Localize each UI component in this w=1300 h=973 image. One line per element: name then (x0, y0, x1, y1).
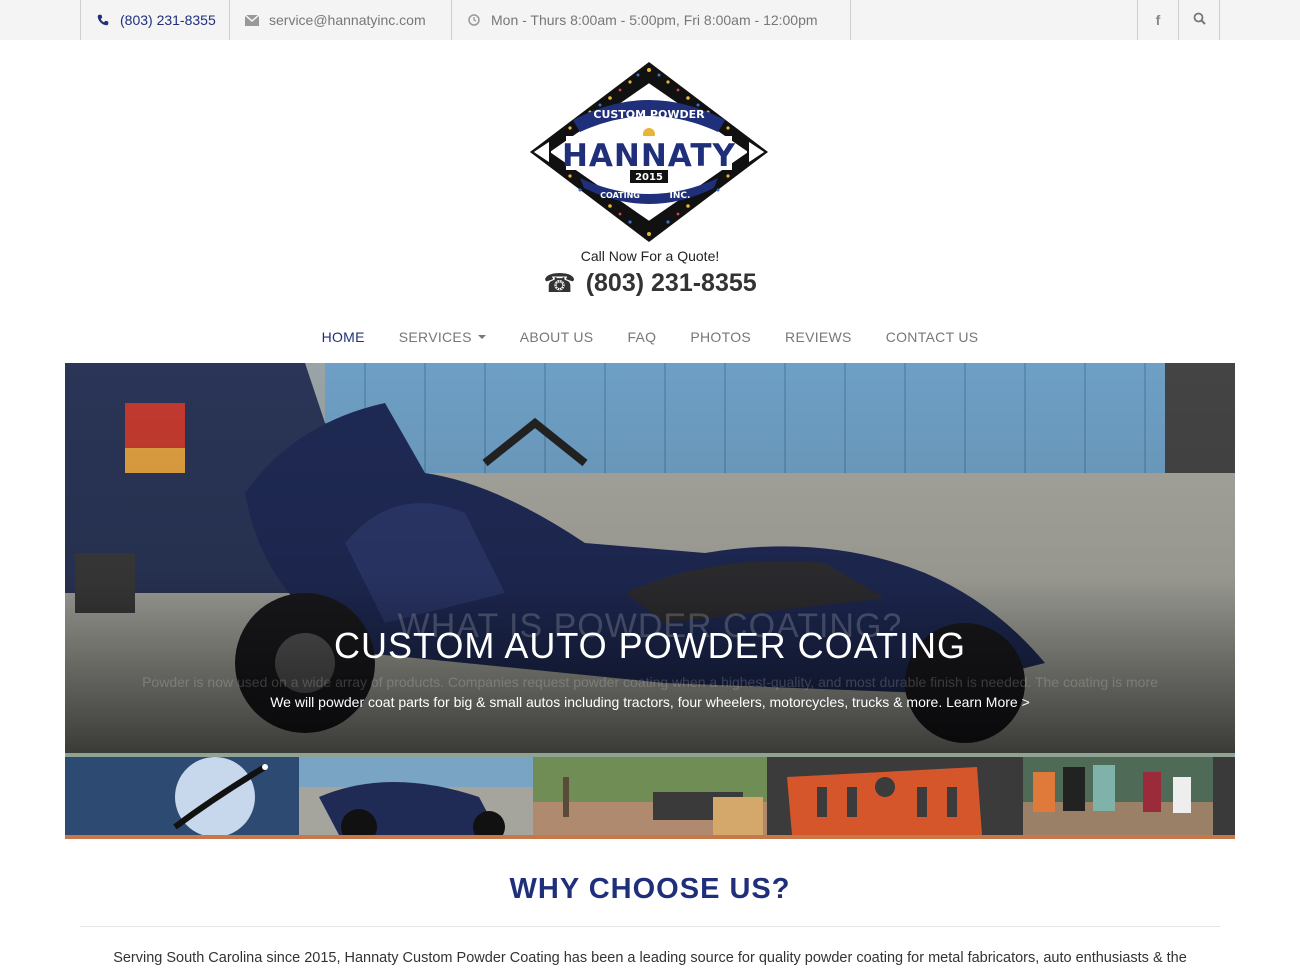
topbar-phone-link[interactable]: (803) 231-8355 (80, 0, 230, 40)
cta-label: Call Now For a Quote! (580, 248, 720, 264)
facebook-icon: f (1155, 12, 1161, 28)
nav-services[interactable]: SERVICES (382, 325, 503, 349)
section-text: Serving South Carolina since 2015, Hanna… (113, 950, 1187, 966)
cta-phone-link[interactable]: ☎ (803) 231-8355 (0, 268, 1300, 299)
topbar-phone-text: (803) 231-8355 (120, 12, 216, 28)
topbar-hours: Mon - Thurs 8:00am - 5:00pm, Fri 8:00am … (451, 0, 851, 40)
logo-top-text: CUSTOM POWDER (593, 108, 705, 121)
phone-icon (96, 13, 110, 27)
thumbnail-5[interactable] (1023, 757, 1213, 835)
section-divider (80, 926, 1220, 927)
caret-down-icon (477, 335, 486, 339)
slider-progress-bar (65, 835, 1235, 839)
site-logo[interactable]: CUSTOM POWDER HANNATY 2015 COATING INC. (528, 60, 770, 244)
hero-previous-text: Powder is now used on a wide array of pr… (142, 674, 1158, 690)
main-nav: HOME SERVICES ABOUT US FAQ PHOTOS REVIEW… (0, 325, 1300, 349)
nav-home[interactable]: HOME (305, 325, 382, 349)
topbar-email-text: service@hannatyinc.com (269, 12, 426, 28)
top-bar: (803) 231-8355 service@hannatyinc.com Mo… (0, 0, 1300, 40)
nav-services-label: SERVICES (398, 329, 472, 345)
hero-text: We will powder coat parts for big & smal… (65, 694, 1235, 710)
hero-slider[interactable]: WHAT IS POWDER COATING? Powder is now us… (65, 363, 1235, 753)
learn-more-link[interactable]: Learn More > (946, 694, 1030, 710)
search-icon (1193, 12, 1206, 28)
logo-bottom-right: INC. (670, 191, 691, 201)
envelope-icon (245, 13, 259, 27)
logo-bottom-left: COATING (600, 191, 640, 200)
thumbnail-1[interactable] (65, 757, 299, 835)
thumbnail-2[interactable] (299, 757, 533, 835)
thumbnail-4[interactable] (767, 757, 1001, 835)
search-button[interactable] (1178, 0, 1220, 40)
clock-icon (467, 13, 481, 27)
slider-thumbnails (65, 753, 1235, 839)
thumbnail-3[interactable] (533, 757, 767, 835)
facebook-link[interactable]: f (1137, 0, 1178, 40)
logo-year: 2015 (635, 172, 663, 183)
nav-reviews[interactable]: REVIEWS (768, 325, 869, 349)
nav-about-us[interactable]: ABOUT US (503, 325, 611, 349)
hero-title: CUSTOM AUTO POWDER COATING (333, 625, 967, 666)
nav-contact-us[interactable]: CONTACT US (869, 325, 996, 349)
logo-name: HANNATY (562, 138, 736, 174)
section-title: WHY CHOOSE US? (509, 873, 791, 905)
nav-photos[interactable]: PHOTOS (673, 325, 768, 349)
hero-description: We will powder coat parts for big & smal… (270, 694, 943, 710)
topbar-email-link[interactable]: service@hannatyinc.com (229, 0, 452, 40)
topbar-hours-text: Mon - Thurs 8:00am - 5:00pm, Fri 8:00am … (491, 12, 818, 28)
telephone-icon: ☎ (543, 268, 576, 298)
cta-phone-number: (803) 231-8355 (585, 269, 757, 297)
nav-faq[interactable]: FAQ (610, 325, 673, 349)
